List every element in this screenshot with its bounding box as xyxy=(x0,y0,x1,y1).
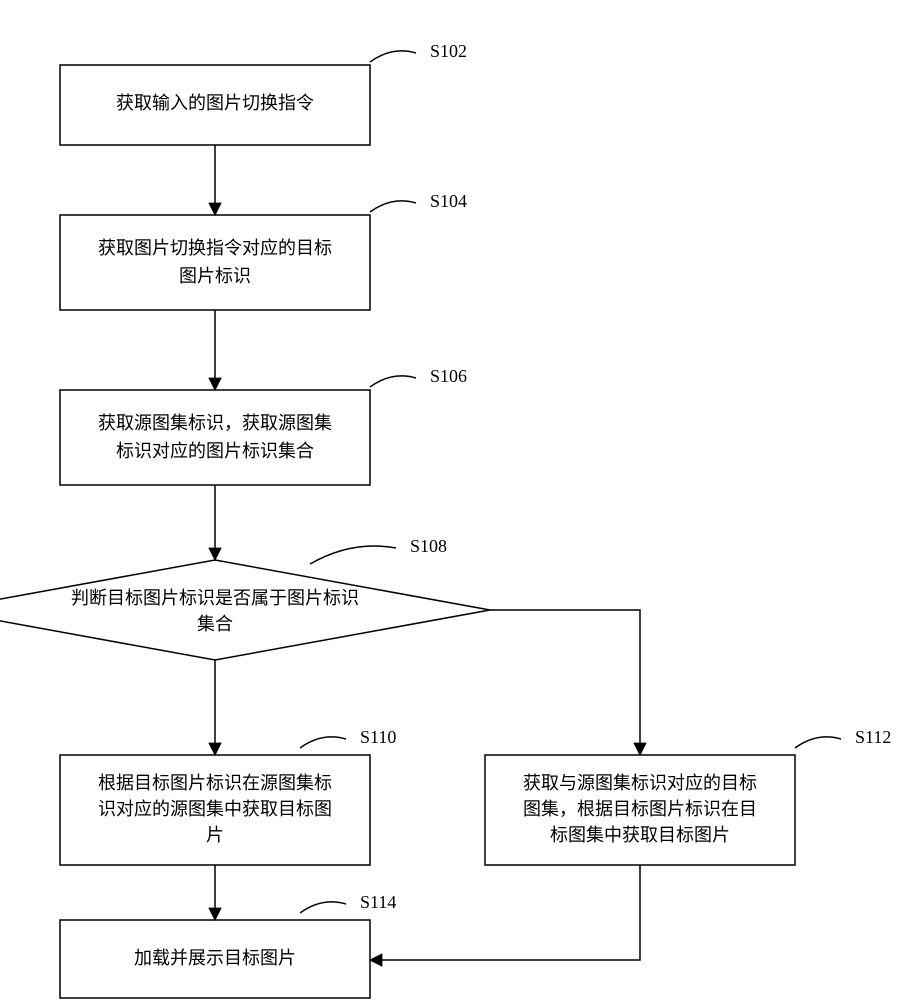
flowchart-diagram: 获取输入的图片切换指令 S102 获取图片切换指令对应的目标 图片标识 S104… xyxy=(0,0,917,1000)
leader-s112 xyxy=(795,737,841,748)
leader-s104 xyxy=(370,201,416,212)
step-s110: 根据目标图片标识在源图集标 识对应的源图集中获取目标图 片 S110 xyxy=(60,727,396,865)
step-s102: 获取输入的图片切换指令 S102 xyxy=(60,41,467,145)
leader-s102 xyxy=(370,51,416,62)
step-s104-text-l1: 获取图片切换指令对应的目标 xyxy=(98,238,332,258)
step-s110-text-l1: 根据目标图片标识在源图集标 xyxy=(98,773,332,793)
step-s108-decision: 判断目标图片标识是否属于图片标识 集合 S108 xyxy=(0,536,490,660)
label-s108: S108 xyxy=(410,536,447,556)
step-s106: 获取源图集标识，获取源图集 标识对应的图片标识集合 S106 xyxy=(60,366,467,485)
step-s112-text-l2: 图集，根据目标图片标识在目 xyxy=(523,799,757,819)
step-s106-text-l2: 标识对应的图片标识集合 xyxy=(116,441,314,461)
leader-s106 xyxy=(370,376,416,387)
step-s112: 获取与源图集标识对应的目标 图集，根据目标图片标识在目 标图集中获取目标图片 S… xyxy=(485,727,891,865)
step-s112-text-l1: 获取与源图集标识对应的目标 xyxy=(523,773,757,793)
leader-s114 xyxy=(300,902,346,913)
step-s104-text-l2: 图片标识 xyxy=(179,266,251,286)
label-s102: S102 xyxy=(430,41,467,61)
step-s108-text-l2: 集合 xyxy=(197,614,233,634)
step-s108-text-l1: 判断目标图片标识是否属于图片标识 xyxy=(71,588,359,608)
label-s106: S106 xyxy=(430,366,467,386)
step-s112-text-l3: 标图集中获取目标图片 xyxy=(550,825,730,845)
label-s104: S104 xyxy=(430,191,467,211)
arrow-s112-s114 xyxy=(370,865,640,960)
step-s114: 加载并展示目标图片 S114 xyxy=(60,892,396,998)
label-s110: S110 xyxy=(360,727,396,747)
step-s104: 获取图片切换指令对应的目标 图片标识 S104 xyxy=(60,191,467,310)
step-s110-text-l2: 识对应的源图集中获取目标图 xyxy=(98,799,332,819)
arrow-s108-s112 xyxy=(490,610,640,755)
step-s106-text-l1: 获取源图集标识，获取源图集 xyxy=(98,413,332,433)
step-s102-text: 获取输入的图片切换指令 xyxy=(116,93,314,113)
leader-s110 xyxy=(300,737,346,748)
label-s114: S114 xyxy=(360,892,396,912)
step-s114-text: 加载并展示目标图片 xyxy=(134,948,296,968)
step-s110-text-l3: 片 xyxy=(206,825,224,845)
leader-s108 xyxy=(310,546,396,564)
label-s112: S112 xyxy=(855,727,891,747)
